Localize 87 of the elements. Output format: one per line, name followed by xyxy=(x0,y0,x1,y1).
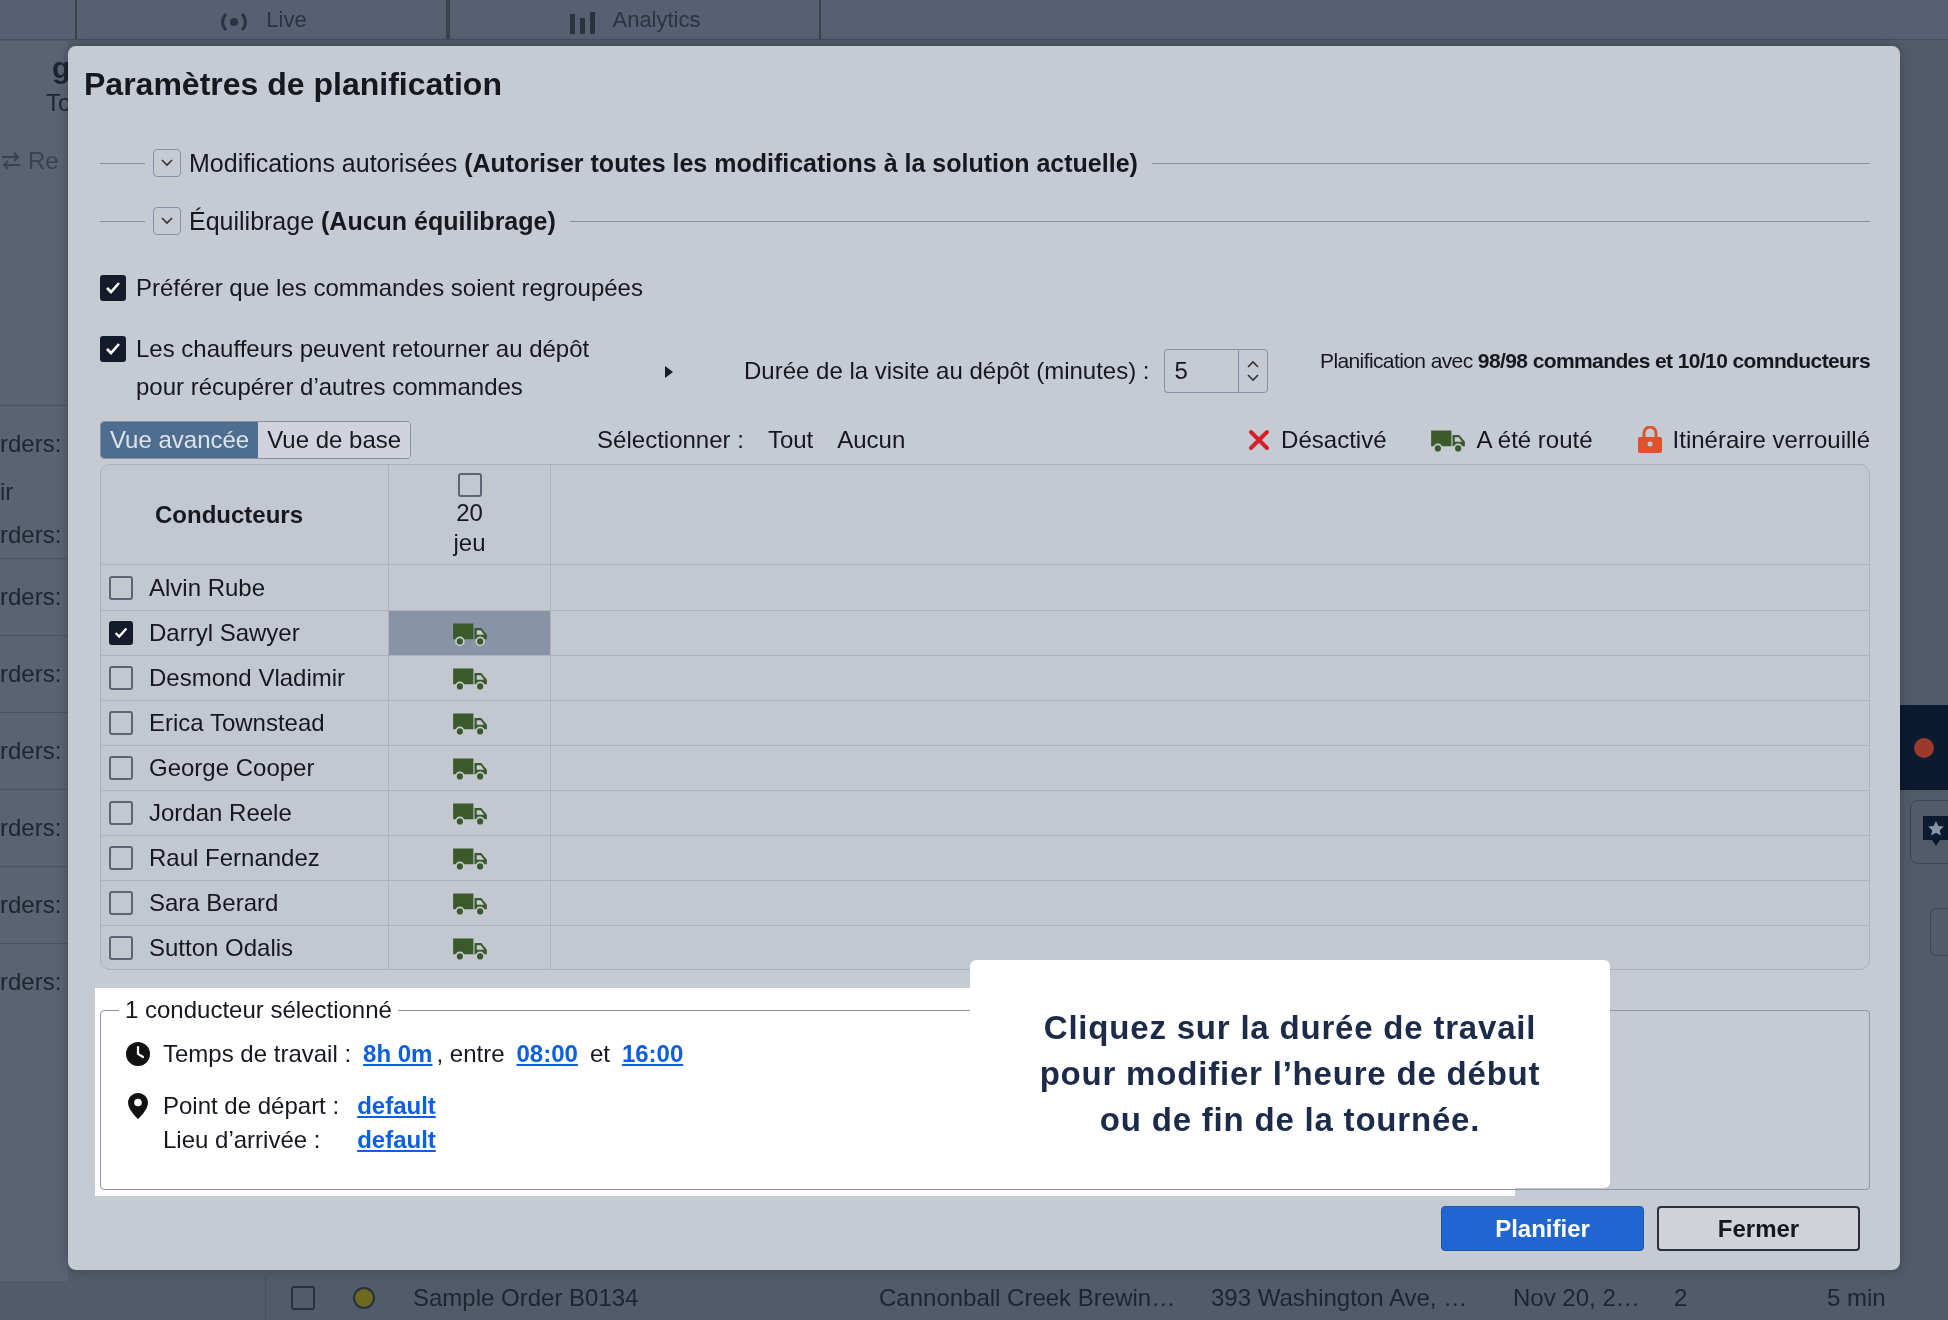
driver-name: Desmond Vladimir xyxy=(149,664,346,692)
order-label-fragment: rders: xyxy=(0,430,62,458)
option-label: Préférer que les commandes soient regroupées xyxy=(136,274,643,302)
day-number: 20 xyxy=(456,498,483,527)
work-time-label: Temps de travail : xyxy=(163,1040,352,1068)
chevron-down-icon xyxy=(160,158,174,168)
select-link[interactable]: Tout xyxy=(767,426,814,454)
end-time-link[interactable]: 16:00 xyxy=(621,1040,684,1068)
checkbox[interactable] xyxy=(457,472,482,497)
table-cell-text: 2 xyxy=(1674,1284,1689,1312)
close-button[interactable]: Fermer xyxy=(1657,1206,1860,1251)
order-label-fragment: rders: xyxy=(0,814,62,842)
legend-label: Itinéraire verrouillé xyxy=(1672,426,1870,454)
cross-icon xyxy=(1247,428,1272,452)
select-label: Sélectionner : xyxy=(597,426,744,454)
checkbox[interactable] xyxy=(109,575,133,600)
caret-icon xyxy=(664,365,674,379)
checkbox[interactable] xyxy=(100,275,126,301)
order-label-fragment: rders: xyxy=(0,660,62,688)
checkbox[interactable] xyxy=(109,756,133,780)
order-label-fragment: rders: xyxy=(0,891,62,919)
checkbox[interactable] xyxy=(109,801,133,825)
tooltip: Cliquez sur la durée de travail pour modifier l’heure de début ou de fin de la tournée. xyxy=(970,960,1610,1188)
order-label-fragment: rders: xyxy=(0,737,62,765)
order-label-fragment: rders: xyxy=(0,521,62,549)
table-cell: 5 min xyxy=(1827,1284,1886,1312)
end-point-link[interactable]: default xyxy=(357,1126,436,1154)
order-label-fragment: ir xyxy=(0,478,14,506)
checkbox[interactable] xyxy=(109,846,133,870)
plan-button[interactable]: Planifier xyxy=(1441,1206,1644,1251)
chevron-button[interactable] xyxy=(153,207,181,235)
swap-arrows-icon xyxy=(0,151,22,171)
legend-label: Désactivé xyxy=(1281,426,1387,454)
section-title: Modifications autorisées (Autoriser toutes les modifications à la solution actuelle) xyxy=(189,148,1138,178)
table-cell-text: Sample Order B0134 xyxy=(413,1284,640,1312)
driver-name: Jordan Reele xyxy=(149,799,292,827)
checkbox[interactable] xyxy=(109,711,133,735)
checkbox[interactable] xyxy=(109,936,133,960)
order-label-fragment: rders: xyxy=(0,968,62,996)
checkbox[interactable] xyxy=(100,336,126,362)
driver-name: Sutton Odalis xyxy=(149,934,294,962)
marker-button[interactable] xyxy=(1910,800,1948,864)
table-cell-text: 393 Washington Ave, … xyxy=(1211,1284,1469,1312)
driver-name: Erica Townstead xyxy=(149,709,325,737)
day-cell[interactable] xyxy=(389,611,551,655)
table-cell-text: Cannonball Creek Brewin… xyxy=(879,1284,1177,1312)
number-field[interactable]: 5 xyxy=(1163,349,1238,393)
start-time-link[interactable]: 08:00 xyxy=(516,1040,578,1068)
map-pin-icon xyxy=(127,1092,149,1120)
driver-name: George Cooper xyxy=(149,754,315,782)
view-tab[interactable]: Vue avancée xyxy=(101,422,259,458)
option-label: Les chauffeurs peuvent retourner au dépôt pour récupérer d’autres commandes xyxy=(136,334,591,402)
driver-name: Raul Fernandez xyxy=(149,844,320,872)
page-title-fragment: g xyxy=(52,51,68,85)
padlock-icon xyxy=(1636,426,1663,454)
chevron-button[interactable] xyxy=(153,149,181,177)
driver-name: Darryl Sawyer xyxy=(149,619,300,647)
legend-label: A été routé xyxy=(1476,426,1593,454)
view-tab[interactable]: Vue de base xyxy=(258,422,411,458)
planning-summary: Planification avec 98/98 commandes et 10/10 comnducteurs xyxy=(1319,349,1870,373)
and-label: et xyxy=(589,1040,610,1068)
chevron-down-icon xyxy=(160,216,174,226)
duration-link[interactable]: 8h 0m xyxy=(363,1040,433,1068)
up-down-arrows-icon xyxy=(1244,358,1261,384)
status-dot xyxy=(1914,737,1934,758)
between-label: , entre xyxy=(436,1040,505,1068)
column-header: Conducteurs xyxy=(155,500,303,529)
group-title: 1 conducteur sélectionné xyxy=(124,996,393,1024)
end-point-label: Lieu d’arrivée : xyxy=(163,1126,322,1154)
dialog-title: Paramètres de planification xyxy=(84,66,503,104)
spinner-button[interactable] xyxy=(1237,349,1268,393)
checkbox[interactable] xyxy=(109,621,133,645)
checkbox[interactable] xyxy=(109,666,133,690)
order-label-fragment: rders: xyxy=(0,583,62,611)
table-cell-text: Nov 20, 2… xyxy=(1513,1284,1641,1312)
section-title: Équilibrage (Aucun équilibrage) xyxy=(189,206,556,236)
driver-name: Sara Berard xyxy=(149,889,279,917)
status-dot xyxy=(353,1287,375,1309)
checkbox[interactable] xyxy=(291,1286,315,1310)
select-link[interactable]: Aucun xyxy=(837,426,906,454)
start-point-link[interactable]: default xyxy=(357,1092,436,1120)
start-point-label: Point de départ : xyxy=(163,1092,340,1120)
driver-name: Alvin Rube xyxy=(149,573,266,602)
depot-visit-label: Durée de la visite au dépôt (minutes) : xyxy=(744,357,1150,385)
clock-icon xyxy=(125,1041,151,1067)
checkbox[interactable] xyxy=(109,891,133,915)
weekday-label: jeu xyxy=(453,528,486,557)
